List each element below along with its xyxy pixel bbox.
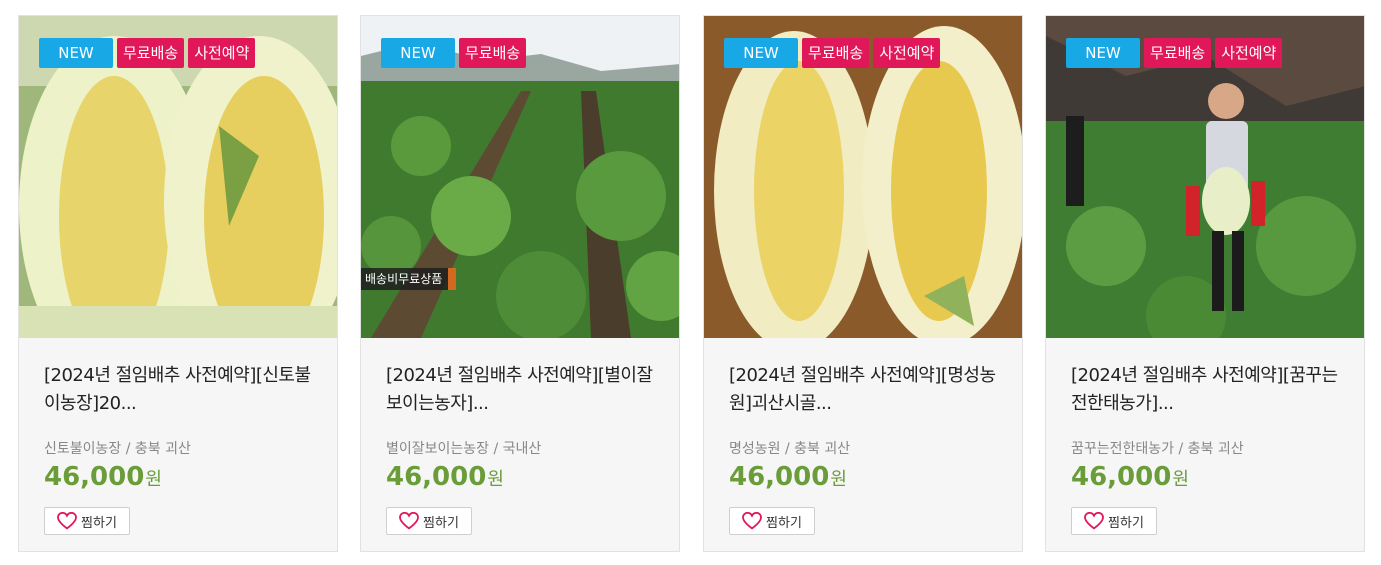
new-badge: NEW xyxy=(1066,38,1140,68)
price-value: 46,000 xyxy=(1071,462,1172,492)
price-currency: 원 xyxy=(1172,469,1189,490)
product-grid: NEW 무료배송 사전예약 [2024년 절임배추 사전예약][신토불이농장]2… xyxy=(0,0,1381,565)
wish-label: 찜하기 xyxy=(81,515,117,531)
product-farm-origin: 명성농원 / 충북 괴산 xyxy=(729,441,851,457)
product-farm-origin: 신토불이농장 / 충북 괴산 xyxy=(44,441,191,457)
badge-group: NEW 무료배송 xyxy=(381,38,527,68)
price-currency: 원 xyxy=(830,469,847,490)
heart-icon xyxy=(57,512,77,530)
free-shipping-badge: 무료배송 xyxy=(802,38,870,68)
product-price: 46,000원 xyxy=(386,462,504,492)
wish-label: 찜하기 xyxy=(766,515,802,531)
wish-button[interactable]: 찜하기 xyxy=(44,507,130,535)
badge-group: NEW 무료배송 사전예약 xyxy=(39,38,256,68)
product-price: 46,000원 xyxy=(729,462,847,492)
wish-button[interactable]: 찜하기 xyxy=(1071,507,1157,535)
product-price: 46,000원 xyxy=(1071,462,1189,492)
product-card[interactable]: 배송비무료상품 NEW 무료배송 [2024년 절임배추 사전예약][별이잘보이… xyxy=(360,15,680,552)
free-shipping-badge: 무료배송 xyxy=(117,38,185,68)
product-card[interactable]: NEW 무료배송 사전예약 [2024년 절임배추 사전예약][신토불이농장]2… xyxy=(18,15,338,552)
badge-group: NEW 무료배송 사전예약 xyxy=(724,38,941,68)
product-card[interactable]: NEW 무료배송 사전예약 [2024년 절임배추 사전예약][꿈꾸는전한태농가… xyxy=(1045,15,1365,552)
wish-label: 찜하기 xyxy=(1108,515,1144,531)
wish-button[interactable]: 찜하기 xyxy=(729,507,815,535)
heart-icon xyxy=(1084,512,1104,530)
pre-order-badge: 사전예약 xyxy=(188,38,256,68)
new-badge: NEW xyxy=(381,38,455,68)
price-value: 46,000 xyxy=(386,462,487,492)
free-shipping-watermark: 배송비무료상품 xyxy=(361,268,457,290)
pre-order-badge: 사전예약 xyxy=(873,38,941,68)
product-title[interactable]: [2024년 절임배추 사전예약][신토불이농장]20... xyxy=(44,362,324,418)
product-farm-origin: 꿈꾸는전한태농가 / 충북 괴산 xyxy=(1071,441,1244,457)
free-shipping-badge: 무료배송 xyxy=(1144,38,1212,68)
heart-icon xyxy=(742,512,762,530)
pre-order-badge: 사전예약 xyxy=(1215,38,1283,68)
product-title[interactable]: [2024년 절임배추 사전예약][별이잘보이는농자]... xyxy=(386,362,666,418)
badge-group: NEW 무료배송 사전예약 xyxy=(1066,38,1283,68)
product-title[interactable]: [2024년 절임배추 사전예약][꿈꾸는전한태농가]... xyxy=(1071,362,1351,418)
price-value: 46,000 xyxy=(729,462,830,492)
free-shipping-badge: 무료배송 xyxy=(459,38,527,68)
new-badge: NEW xyxy=(724,38,798,68)
heart-icon xyxy=(399,512,419,530)
new-badge: NEW xyxy=(39,38,113,68)
price-currency: 원 xyxy=(487,469,504,490)
price-value: 46,000 xyxy=(44,462,145,492)
wish-button[interactable]: 찜하기 xyxy=(386,507,472,535)
product-price: 46,000원 xyxy=(44,462,162,492)
product-title[interactable]: [2024년 절임배추 사전예약][명성농원]괴산시골... xyxy=(729,362,1009,418)
product-card[interactable]: NEW 무료배송 사전예약 [2024년 절임배추 사전예약][명성농원]괴산시… xyxy=(703,15,1023,552)
wish-label: 찜하기 xyxy=(423,515,459,531)
product-farm-origin: 별이잘보이는농장 / 국내산 xyxy=(386,441,542,457)
price-currency: 원 xyxy=(145,469,162,490)
